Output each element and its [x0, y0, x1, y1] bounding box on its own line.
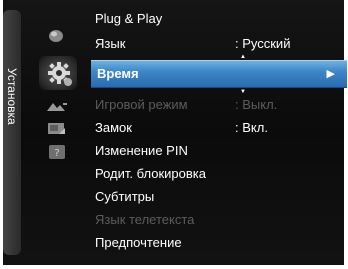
- submenu-arrow-icon: ▶: [326, 68, 335, 80]
- menu-item-game-mode: Игровой режим : Выкл.: [95, 94, 345, 115]
- menu-item-change-pin[interactable]: Изменение PIN: [95, 140, 345, 161]
- sidebar-title: Установка: [5, 68, 19, 125]
- menu-item-label: Предпочтение: [95, 235, 182, 250]
- menu-item-label: Игровой режим: [95, 97, 188, 112]
- menu-item-subtitles[interactable]: Субтитры: [95, 186, 345, 207]
- menu-item-label: Субтитры: [95, 189, 155, 204]
- menu-item-label: Язык телетекста: [95, 212, 195, 227]
- input-icon[interactable]: [45, 100, 69, 114]
- picture-icon[interactable]: [46, 28, 66, 44]
- support-icon[interactable]: ?: [48, 144, 66, 160]
- menu-item-preference[interactable]: Предпочтение: [95, 232, 345, 253]
- menu-item-value: : Русский: [235, 36, 291, 51]
- menu-item-label: Замок: [95, 120, 132, 135]
- setup-gear-icon[interactable]: [46, 60, 74, 88]
- menu-item-lock[interactable]: Замок : Вкл.: [95, 117, 345, 138]
- menu-item-label: Родит. блокировка: [95, 166, 206, 181]
- osd-menu-screen: Установка ? Plug & Play Язык: Русский ▲…: [3, 0, 347, 265]
- menu-item-language[interactable]: Язык : Русский: [95, 33, 345, 54]
- menu-item-teletext-language: Язык телетекста: [95, 209, 345, 230]
- menu-item-value: : Выкл.: [235, 97, 278, 112]
- menu-item-label: Время: [97, 66, 139, 81]
- svg-text:?: ?: [54, 148, 59, 159]
- menu-item-time[interactable]: Время ▶: [91, 60, 347, 88]
- application-icon[interactable]: [47, 121, 67, 137]
- menu-item-plug-and-play[interactable]: Plug & Play: [95, 8, 345, 29]
- menu-item-label: Изменение PIN: [95, 143, 188, 158]
- menu-item-label: Язык: [95, 36, 126, 51]
- sidebar: Установка: [3, 10, 21, 255]
- menu-item-value: : Вкл.: [235, 120, 268, 135]
- menu-item-label: Plug & Play: [95, 11, 163, 26]
- menu-item-parental-lock[interactable]: Родит. блокировка: [95, 163, 345, 184]
